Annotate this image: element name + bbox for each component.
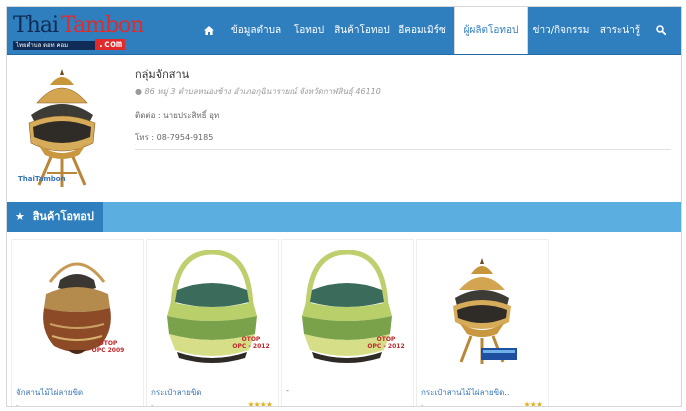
producer-address: ● 86 หมู่ 3 ตำบลหนองช้าง อำเภอกุฉินารายณ… [135,85,381,98]
nav-item-otop-producers[interactable]: ผู้ผลิตโอทอป [454,7,528,54]
section-title-text: สินค้าโอทอป [32,210,94,223]
nav-item-tambon-info[interactable]: ข้อมูลตำบล [226,7,286,54]
nav-item-news[interactable]: ข่าว/กิจกรรม [530,7,592,54]
nav-item-otop-products[interactable]: สินค้าโอทอป [333,7,391,54]
logo-domain-suffix: .com [94,39,125,50]
nav-item-knowledge[interactable]: สาระน่ารู้ [598,7,642,54]
product-meta: - [16,402,19,407]
product-card[interactable]: OTOP OPC 2009 จักสานไม้ไผ่ลายขิด - [11,239,144,407]
otop-badge: OTOP OPC 2009 [88,340,128,354]
logo-tambon-text: Tambon [61,13,144,38]
photo-watermark: ThaiTambon [18,175,66,183]
product-card[interactable]: OTOP OPC - 2012 - [281,239,414,406]
product-name[interactable]: จักสานไม้ไผ่ลายขิด [16,386,83,399]
product-name[interactable]: - [286,386,289,395]
section-title: ★ สินค้าโอทอป [7,202,103,232]
product-meta: - [151,402,154,407]
logo-thai-text: Thai [13,13,59,38]
producer-photo [28,69,96,187]
product-name[interactable]: กระเป๋าลายขิด [151,386,202,399]
top-navbar: Thai Tambon ไทยตำบล ดอท คอม .com ข้อมูลต… [7,7,681,55]
otop-badge: OTOP OPC - 2012 [231,336,271,350]
section-bar [7,202,681,232]
product-meta: - [421,402,424,407]
producer-address-text: 86 หมู่ 3 ตำบลหนองช้าง อำเภอกุฉินารายณ์ … [144,87,381,96]
site-logo[interactable]: Thai Tambon ไทยตำบล ดอท คอม .com [13,13,144,50]
home-icon [204,25,214,35]
product-card[interactable]: กระเป๋าสานไม้ไผ่ลายขิด.. - ★★★ [416,239,549,407]
producer-name: กลุ่มจักสาน [135,68,190,81]
otop-badge-text: OTOP OPC - 2012 [367,336,405,350]
producer-phone: โทร : 08-7954-9185 [135,133,214,142]
product-rating: ★★★★ [247,400,273,407]
product-image [302,250,392,363]
nav-item-ecommerce[interactable]: อีคอมเมิร์ซ [396,7,448,54]
star-icon: ★ [15,210,25,223]
nav-item-otop[interactable]: โอทอป [289,7,329,54]
profile-divider [135,149,671,150]
otop-badge: OTOP OPC - 2012 [366,336,406,350]
product-rating: ★★★ [523,400,542,407]
otop-badge-text: OTOP OPC 2009 [91,340,125,354]
product-image [167,250,257,363]
page-frame: Thai Tambon ไทยตำบล ดอท คอม .com ข้อมูลต… [6,6,682,407]
brand-sticker [481,348,517,360]
product-card[interactable]: OTOP OPC - 2012 กระเป๋าลายขิด - ★★★★ [146,239,279,407]
otop-badge-text: OTOP OPC - 2012 [232,336,270,350]
map-marker-icon: ● [135,87,142,96]
nav-home[interactable] [200,7,218,54]
producer-contact: ติดต่อ : นายประสิทธิ์ อุท [135,111,220,120]
nav-search[interactable] [650,7,672,54]
search-icon [656,25,666,35]
product-name[interactable]: กระเป๋าสานไม้ไผ่ลายขิด.. [421,386,509,399]
